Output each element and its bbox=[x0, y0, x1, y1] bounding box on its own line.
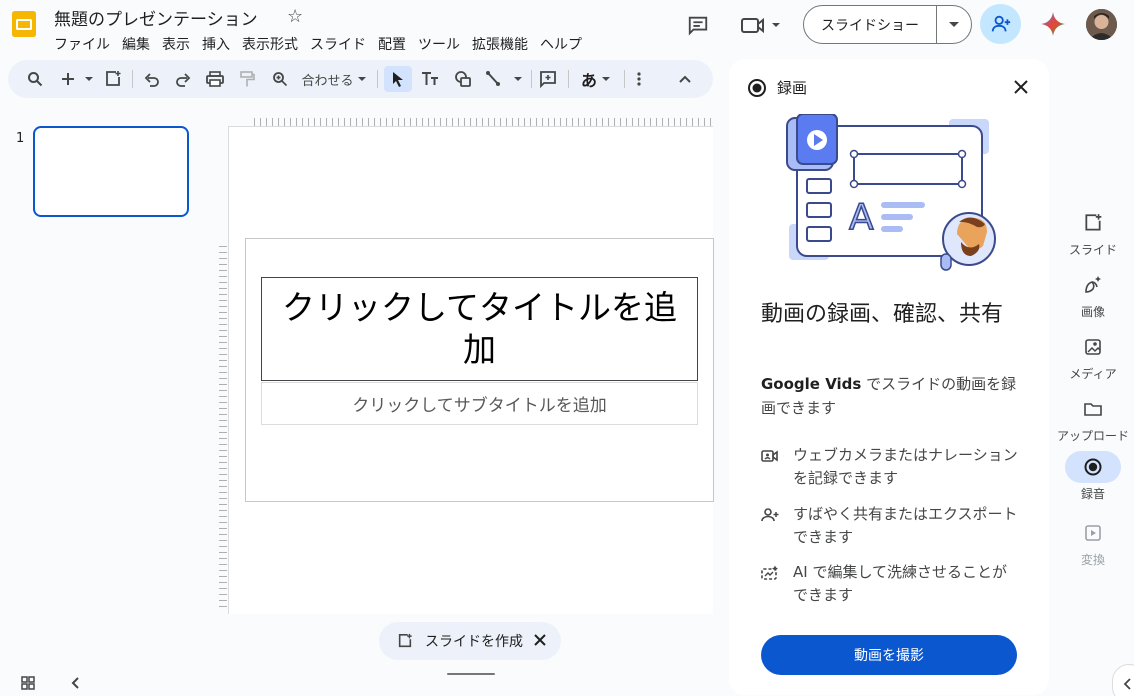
new-item-plus-icon[interactable] bbox=[58, 66, 94, 92]
svg-text:A: A bbox=[849, 197, 874, 238]
subtitle-placeholder[interactable]: クリックしてサブタイトルを追加 bbox=[261, 382, 698, 425]
feature-item: AI で編集して洗練させることができます bbox=[761, 561, 1021, 607]
feature-item: すばやく共有またはエクスポートできます bbox=[761, 503, 1021, 549]
zoom-icon[interactable] bbox=[269, 66, 291, 92]
panel-desc-brand: Google Vids bbox=[761, 375, 862, 393]
rail-item-label: メディア bbox=[1069, 367, 1117, 381]
record-icon bbox=[1084, 458, 1102, 476]
slideshow-dropdown[interactable] bbox=[937, 6, 971, 43]
select-tool-icon[interactable] bbox=[384, 66, 412, 92]
avatar[interactable] bbox=[1086, 9, 1117, 40]
toolbar: 合わせる あ bbox=[8, 60, 713, 98]
make-slide-label: スライドを作成 bbox=[425, 634, 523, 650]
feature-text: ウェブカメラまたはナレーションを記録できます bbox=[793, 446, 1018, 487]
chevron-left-icon[interactable] bbox=[68, 675, 84, 691]
collapse-toolbar-icon[interactable] bbox=[674, 66, 696, 92]
zoom-select-label: 合わせる bbox=[301, 73, 354, 89]
slides-logo-icon[interactable] bbox=[8, 8, 40, 40]
chevron-down-icon bbox=[949, 21, 959, 27]
panel-description: Google Vids でスライドの動画を録画できます bbox=[761, 372, 1023, 420]
rail-item-image[interactable]: 画像 bbox=[1056, 269, 1130, 320]
rail-item-label: スライド bbox=[1068, 243, 1117, 257]
undo-icon[interactable] bbox=[141, 66, 163, 92]
rail-item-record[interactable]: 録音 bbox=[1056, 451, 1130, 502]
grid-view-icon[interactable] bbox=[20, 675, 36, 691]
rail-item-label: 録音 bbox=[1080, 487, 1105, 501]
menu-help[interactable]: ヘルプ bbox=[534, 32, 588, 56]
text-box-icon[interactable] bbox=[419, 66, 441, 92]
convert-video-icon bbox=[1085, 525, 1101, 541]
slideshow-button-group: スライドショー bbox=[803, 5, 972, 44]
rail-item-convert[interactable]: 変換 bbox=[1056, 517, 1130, 568]
rail-collapse-button[interactable] bbox=[1112, 664, 1134, 696]
webcam-icon bbox=[761, 450, 778, 462]
document-title[interactable]: 無題のプレゼンテーション bbox=[54, 5, 258, 30]
menu-arrange[interactable]: 配置 bbox=[372, 32, 412, 56]
more-options-icon[interactable] bbox=[630, 66, 648, 92]
menu-tools[interactable]: ツール bbox=[412, 32, 466, 56]
rail-item-media[interactable]: メディア bbox=[1056, 331, 1130, 382]
shape-icon[interactable] bbox=[452, 66, 474, 92]
print-icon[interactable] bbox=[204, 66, 226, 92]
horizontal-ruler bbox=[254, 118, 712, 126]
feature-text: AI で編集して洗練させることができます bbox=[793, 563, 1008, 604]
rail-item-upload[interactable]: アップロード bbox=[1056, 393, 1130, 444]
feature-item: ウェブカメラまたはナレーションを記録できます bbox=[761, 444, 1021, 490]
menu-file[interactable]: ファイル bbox=[48, 32, 116, 56]
input-tools-icon[interactable]: あ bbox=[576, 66, 616, 92]
chevron-down-icon bbox=[602, 77, 610, 81]
rail-item-label: 変換 bbox=[1080, 553, 1105, 567]
redo-icon[interactable] bbox=[172, 66, 194, 92]
slideshow-button[interactable]: スライドショー bbox=[804, 6, 937, 43]
title-placeholder[interactable]: クリックしてタイトルを追加 bbox=[261, 277, 698, 381]
gemini-icon[interactable] bbox=[1040, 11, 1066, 37]
line-tool-icon[interactable] bbox=[484, 66, 524, 92]
folder-icon bbox=[1084, 403, 1102, 416]
record-icon bbox=[748, 79, 766, 97]
chevron-left-icon bbox=[1123, 678, 1131, 690]
slides-editor: 無題のプレゼンテーション ☆ ファイル 編集 表示 挿入 表示形式 スライド 配… bbox=[0, 0, 1134, 696]
paint-format-icon[interactable] bbox=[236, 66, 258, 92]
new-slide-icon bbox=[1085, 214, 1102, 231]
close-icon[interactable] bbox=[531, 631, 549, 649]
menu-view[interactable]: 表示 bbox=[156, 32, 196, 56]
vertical-ruler bbox=[219, 246, 227, 608]
ai-edit-icon bbox=[761, 565, 778, 580]
add-person-icon bbox=[991, 15, 1010, 32]
slide-number: 1 bbox=[16, 131, 25, 146]
menu-insert[interactable]: 挿入 bbox=[196, 32, 236, 56]
recording-panel: 録画 A 動画の録画、確認、共有 Google Vids でスライドの動画を録画… bbox=[729, 59, 1049, 695]
panel-heading: 動画の録画、確認、共有 bbox=[761, 302, 1004, 327]
record-video-button[interactable]: 動画を撮影 bbox=[761, 635, 1017, 675]
close-icon[interactable] bbox=[1011, 77, 1031, 97]
menu-slide[interactable]: スライド bbox=[304, 32, 372, 56]
new-slide-icon bbox=[398, 633, 412, 648]
speaker-notes-handle[interactable] bbox=[447, 673, 495, 675]
media-icon bbox=[1085, 339, 1101, 355]
feature-text: すばやく共有またはエクスポートできます bbox=[793, 505, 1018, 546]
slide-thumbnail[interactable] bbox=[33, 126, 189, 217]
chevron-down-icon bbox=[357, 77, 366, 81]
comment-icon[interactable] bbox=[686, 13, 710, 37]
menu-edit[interactable]: 編集 bbox=[116, 32, 156, 56]
rail-item-label: 画像 bbox=[1080, 305, 1105, 319]
new-slide-icon[interactable] bbox=[102, 66, 124, 92]
menu-format[interactable]: 表示形式 bbox=[236, 32, 304, 56]
zoom-select[interactable]: 合わせる bbox=[301, 66, 367, 92]
make-slide-button[interactable]: スライドを作成 bbox=[379, 622, 561, 660]
rail-item-label: アップロード bbox=[1056, 429, 1129, 443]
recording-illustration: A bbox=[786, 114, 996, 271]
share-person-icon bbox=[761, 508, 779, 522]
search-menu-icon[interactable] bbox=[24, 66, 46, 92]
meet-icon[interactable] bbox=[740, 13, 782, 37]
add-comment-icon[interactable] bbox=[537, 66, 559, 92]
menu-extensions[interactable]: 拡張機能 bbox=[466, 32, 534, 56]
panel-title: 録画 bbox=[777, 79, 808, 97]
menu-bar: ファイル 編集 表示 挿入 表示形式 スライド 配置 ツール 拡張機能 ヘルプ bbox=[48, 32, 588, 56]
rail-item-slide[interactable]: スライド bbox=[1056, 207, 1130, 258]
image-spark-icon bbox=[1085, 276, 1101, 293]
share-button[interactable] bbox=[980, 4, 1021, 44]
star-icon[interactable]: ☆ bbox=[287, 6, 303, 27]
